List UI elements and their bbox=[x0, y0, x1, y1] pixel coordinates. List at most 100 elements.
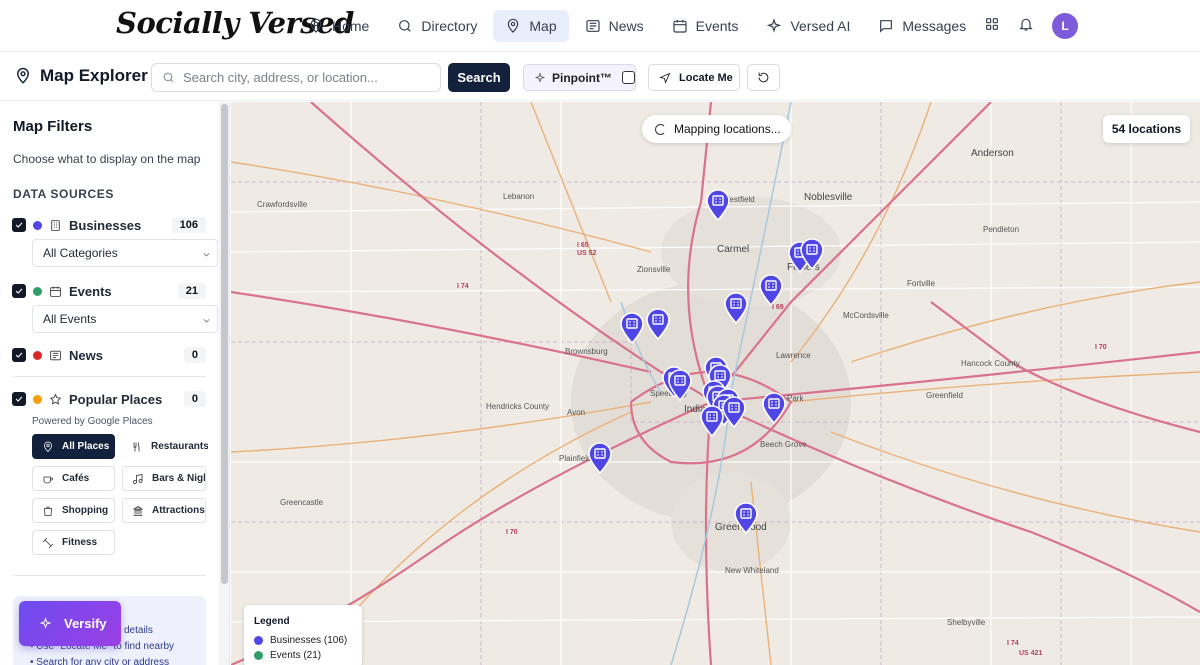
pinpoint-toggle[interactable]: Pinpoint™ bbox=[523, 64, 636, 91]
nav-versed-ai[interactable]: Versed AI bbox=[754, 10, 862, 42]
nav-events[interactable]: Events bbox=[660, 10, 751, 42]
page-title-text: Map Explorer bbox=[40, 66, 148, 85]
bell-icon[interactable] bbox=[1018, 16, 1034, 37]
search-icon bbox=[399, 20, 412, 32]
business-map-marker[interactable] bbox=[705, 189, 731, 222]
chip-restaurants[interactable]: Restaurants bbox=[122, 434, 208, 459]
locate-me-label: Locate Me bbox=[679, 71, 733, 84]
tip-line: details bbox=[124, 625, 153, 636]
legend-dot bbox=[254, 651, 263, 660]
business-category-value: All Categories bbox=[43, 246, 118, 260]
map-pin-icon bbox=[508, 18, 519, 33]
highway-shield: US 421 bbox=[1019, 650, 1043, 657]
highway-shield: I 70 bbox=[1095, 344, 1107, 351]
pinpoint-checkbox[interactable] bbox=[622, 71, 635, 84]
map-label: Avon bbox=[567, 408, 586, 417]
business-category-select[interactable]: All Categories bbox=[32, 239, 218, 267]
mapping-status-pill: Mapping locations... bbox=[642, 115, 791, 143]
nav-map[interactable]: Map bbox=[493, 10, 569, 42]
avatar[interactable]: L bbox=[1052, 13, 1078, 39]
search-input[interactable] bbox=[183, 70, 423, 85]
map-canvas[interactable]: Noblesville Carmel Fishers Anderson Leba… bbox=[231, 102, 1200, 665]
map-label: Brownsburg bbox=[565, 347, 608, 356]
landmark-icon bbox=[132, 505, 144, 516]
highway-shield: I 74 bbox=[1007, 640, 1019, 647]
powered-by-google: Powered by Google Places bbox=[32, 416, 153, 427]
legend-title: Legend bbox=[254, 616, 290, 627]
map-toolbar: Map Explorer Search Pinpoint™ Locate Me bbox=[0, 53, 1200, 101]
map-pin-icon bbox=[16, 67, 30, 84]
businesses-label: Businesses bbox=[69, 217, 142, 233]
utensils-icon bbox=[133, 441, 140, 451]
locate-me-button[interactable]: Locate Me bbox=[648, 64, 740, 91]
map-label: Greenfield bbox=[926, 391, 963, 400]
data-sources-heading: DATA SOURCES bbox=[13, 187, 114, 201]
business-map-marker[interactable] bbox=[619, 312, 645, 345]
pin-icon bbox=[44, 441, 52, 452]
scrollbar-thumb[interactable] bbox=[221, 104, 228, 584]
chip-cafes[interactable]: Cafés bbox=[32, 466, 115, 491]
business-map-marker[interactable] bbox=[799, 238, 825, 271]
check-icon bbox=[15, 222, 23, 228]
coffee-icon bbox=[43, 476, 53, 483]
nav-home[interactable]: Home bbox=[296, 10, 381, 42]
shopping-bag-icon bbox=[44, 506, 52, 516]
chip-label: Restaurants bbox=[151, 441, 208, 452]
business-map-marker[interactable] bbox=[758, 274, 784, 307]
legend-label: Businesses (106) bbox=[270, 635, 348, 646]
source-businesses[interactable]: Businesses 106 bbox=[12, 215, 206, 235]
business-map-marker[interactable] bbox=[645, 308, 671, 341]
news-checkbox[interactable] bbox=[12, 348, 26, 362]
map-label: Lebanon bbox=[503, 192, 535, 201]
events-color-dot bbox=[33, 286, 42, 296]
business-map-marker[interactable] bbox=[667, 369, 693, 402]
chip-all-places[interactable]: All Places bbox=[32, 434, 115, 459]
apps-grid-icon[interactable] bbox=[984, 16, 1000, 37]
events-checkbox[interactable] bbox=[12, 284, 26, 298]
source-popular-places[interactable]: Popular Places 0 bbox=[12, 389, 206, 409]
business-map-marker[interactable] bbox=[723, 292, 749, 325]
mapping-status-text: Mapping locations... bbox=[674, 122, 781, 136]
events-select[interactable]: All Events bbox=[32, 305, 218, 333]
nav-news-label: News bbox=[608, 18, 644, 34]
chevron-down-icon bbox=[203, 253, 210, 257]
source-events[interactable]: Events 21 bbox=[12, 281, 206, 301]
nav-news[interactable]: News bbox=[573, 10, 656, 42]
search-button[interactable]: Search bbox=[448, 63, 510, 92]
chip-attractions[interactable]: Attractions bbox=[122, 498, 206, 523]
business-map-marker[interactable] bbox=[733, 502, 759, 535]
legend-item-events: Events (21) bbox=[254, 650, 321, 661]
refresh-icon bbox=[758, 72, 769, 83]
divider bbox=[13, 575, 206, 576]
versify-button[interactable]: Versify bbox=[19, 601, 121, 646]
highway-shield: I 74 bbox=[457, 283, 469, 290]
businesses-checkbox[interactable] bbox=[12, 218, 26, 232]
chip-shopping[interactable]: Shopping bbox=[32, 498, 115, 523]
nav-directory[interactable]: Directory bbox=[385, 10, 489, 42]
events-label: Events bbox=[69, 283, 112, 299]
top-navigation-bar: Socially Versed Home Directory Map News … bbox=[0, 0, 1200, 52]
nav-directory-label: Directory bbox=[421, 18, 478, 34]
chip-bars-nightlife[interactable]: Bars & Nightlife bbox=[122, 466, 206, 491]
refresh-button[interactable] bbox=[747, 64, 780, 91]
sidebar-scrollbar[interactable] bbox=[219, 102, 229, 665]
chip-fitness[interactable]: Fitness bbox=[32, 530, 115, 555]
map-label: Noblesville bbox=[804, 192, 853, 203]
nav-messages[interactable]: Messages bbox=[866, 10, 978, 42]
search-icon bbox=[163, 72, 174, 83]
sparkles-icon bbox=[767, 18, 782, 33]
business-map-marker[interactable] bbox=[761, 392, 787, 425]
map-label: Carmel bbox=[717, 244, 750, 255]
business-map-marker[interactable] bbox=[699, 405, 725, 438]
popular-places-checkbox[interactable] bbox=[12, 392, 26, 406]
chip-label: Bars & Nightlife bbox=[152, 473, 205, 484]
calendar-icon bbox=[49, 285, 62, 298]
map-label: Pendleton bbox=[983, 225, 1020, 234]
loading-spinner-icon bbox=[655, 123, 666, 135]
popular-places-color-dot bbox=[33, 394, 42, 404]
map-label: Lawrence bbox=[776, 351, 811, 360]
business-map-marker[interactable] bbox=[587, 442, 613, 475]
search-field[interactable] bbox=[151, 63, 441, 92]
source-news[interactable]: News 0 bbox=[12, 345, 206, 365]
map-label: Zionsville bbox=[637, 265, 671, 274]
